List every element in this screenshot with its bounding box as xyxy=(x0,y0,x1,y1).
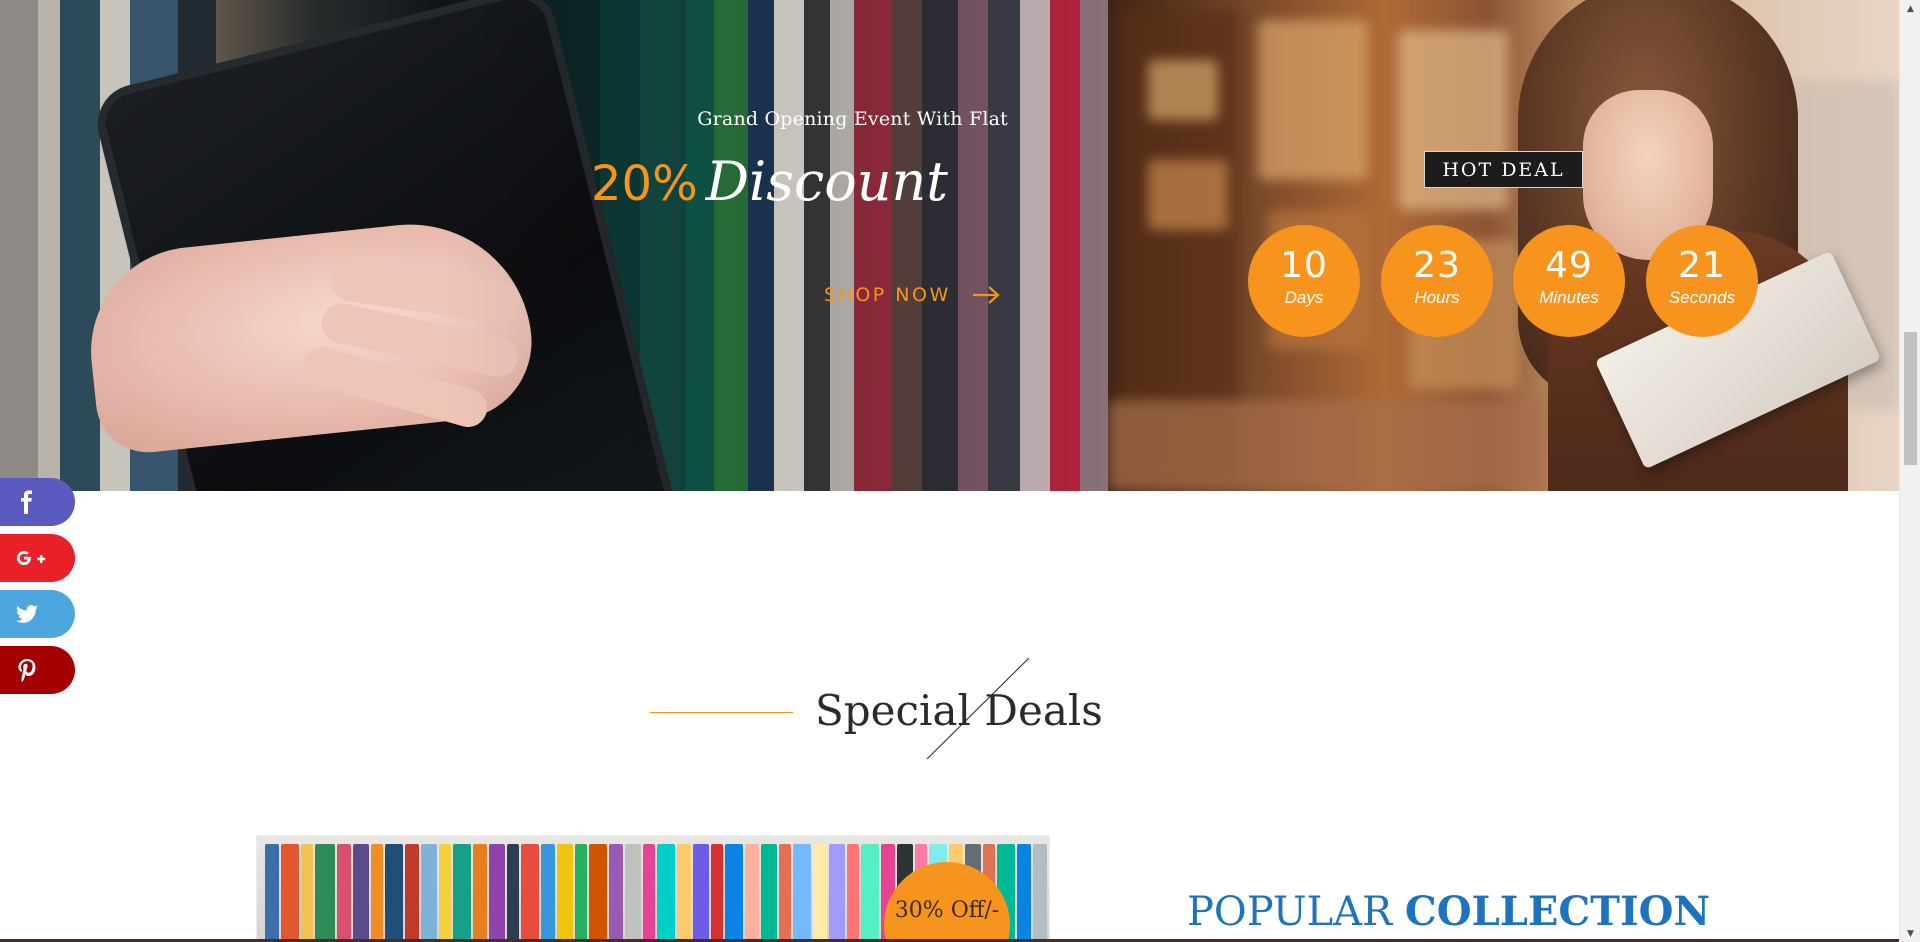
countdown-minutes: 49 Minutes xyxy=(1513,225,1625,337)
countdown-days-unit: Days xyxy=(1284,288,1324,307)
popular-title-prefix: POPULAR xyxy=(1187,889,1393,935)
popular-collection-title: POPULAR COLLECTION xyxy=(1187,888,1710,935)
arrow-right-icon xyxy=(972,286,1000,304)
scrollbar-thumb[interactable] xyxy=(1904,332,1917,465)
promo-word: Discount xyxy=(705,150,948,213)
hero-banner: Grand Opening Event With Flat 20% Discoun… xyxy=(0,0,1899,491)
section-title-rule xyxy=(650,712,793,713)
countdown-hours: 23 Hours xyxy=(1381,225,1493,337)
countdown-seconds-unit: Seconds xyxy=(1668,288,1736,307)
facebook-icon xyxy=(21,490,32,514)
google-plus-icon xyxy=(17,551,46,565)
scroll-up-icon[interactable]: ▲ xyxy=(1900,0,1920,17)
shop-now-label: SHOP NOW xyxy=(824,284,951,306)
countdown-hours-unit: Hours xyxy=(1414,288,1460,307)
pinterest-share-button[interactable] xyxy=(0,646,75,694)
facebook-share-button[interactable] xyxy=(0,478,75,526)
twitter-share-button[interactable] xyxy=(0,590,75,638)
google-plus-share-button[interactable] xyxy=(0,534,75,582)
promo-percent: 20% xyxy=(591,156,698,212)
popular-title-strong: COLLECTION xyxy=(1404,888,1711,935)
hot-deal-badge: HOT DEAL xyxy=(1424,151,1583,188)
countdown-minutes-unit: Minutes xyxy=(1539,288,1599,307)
countdown-days: 10 Days xyxy=(1248,225,1360,337)
promo-panel: Grand Opening Event With Flat 20% Discoun… xyxy=(0,0,1108,491)
pinterest-icon xyxy=(18,659,36,683)
countdown-days-value: 10 xyxy=(1280,245,1328,286)
vertical-scrollbar[interactable]: ▲ ▼ xyxy=(1899,0,1920,942)
twitter-icon xyxy=(16,605,38,623)
countdown-minutes-value: 49 xyxy=(1545,245,1593,286)
countdown-hours-value: 23 xyxy=(1413,245,1461,286)
hot-deal-panel xyxy=(1108,0,1899,491)
countdown-seconds-value: 21 xyxy=(1678,245,1726,286)
promo-headline: 20% Discount xyxy=(591,150,948,213)
scroll-down-icon[interactable]: ▼ xyxy=(1900,925,1920,942)
section-title-slash xyxy=(926,657,1030,760)
promo-kicker: Grand Opening Event With Flat xyxy=(697,108,1008,130)
shop-now-link[interactable]: SHOP NOW xyxy=(824,284,1001,306)
countdown-seconds: 21 Seconds xyxy=(1646,225,1758,337)
